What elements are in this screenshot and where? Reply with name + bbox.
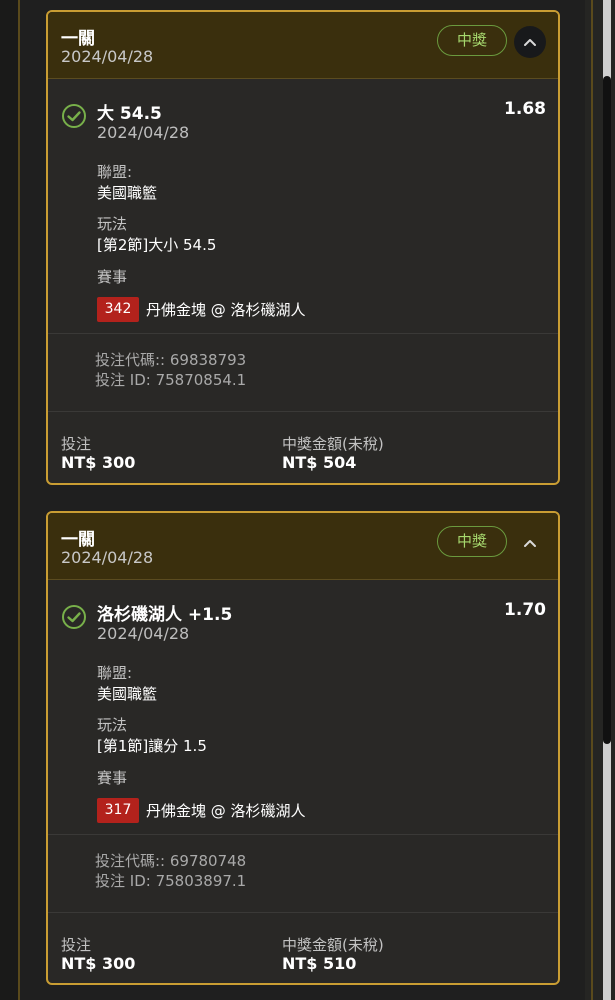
bet-id: 投注 ID: 75870854.1: [95, 371, 247, 389]
divider: [48, 912, 558, 913]
status-badge: 中獎: [437, 25, 507, 56]
market-label: 玩法: [97, 215, 128, 233]
chevron-up-icon: [524, 540, 536, 547]
market-value: [第2節]大小 54.5: [97, 236, 217, 254]
market-label: 玩法: [97, 716, 128, 734]
bet-card-body: 洛杉磯湖人 +1.5 1.70 2024/04/28 聯盟: 美國職籃 玩法 […: [48, 580, 558, 980]
bet-card-header[interactable]: 一關 2024/04/28 中獎: [48, 513, 558, 580]
selection-date: 2024/04/28: [97, 123, 190, 142]
stake-label: 投注: [61, 936, 92, 954]
payout-value: NT$ 510: [282, 954, 357, 973]
bet-date: 2024/04/28: [61, 47, 154, 66]
divider: [48, 834, 558, 835]
divider: [48, 333, 558, 334]
selection-odds: 1.68: [504, 99, 546, 119]
bet-date: 2024/04/28: [61, 548, 154, 567]
collapse-button[interactable]: [514, 26, 546, 58]
bet-card-body: 大 54.5 1.68 2024/04/28 聯盟: 美國職籃 玩法 [第2節]…: [48, 79, 558, 479]
league-value: 美國職籃: [97, 685, 158, 703]
bet-card: 一關 2024/04/28 中獎 大 54.5 1.68 2024/04/28 …: [46, 10, 560, 485]
chevron-up-icon: [524, 39, 536, 46]
bet-type: 一關: [61, 530, 95, 550]
selection-title: 洛杉磯湖人 +1.5: [97, 605, 233, 625]
stake-value: NT$ 300: [61, 954, 136, 973]
stake-label: 投注: [61, 435, 92, 453]
bet-card-header[interactable]: 一關 2024/04/28 中獎: [48, 12, 558, 79]
event-name: 丹佛金塊 @ 洛杉磯湖人: [146, 301, 306, 319]
status-badge: 中獎: [437, 526, 507, 557]
scrollbar-thumb[interactable]: [603, 76, 611, 744]
selection-title: 大 54.5: [97, 104, 162, 124]
event-line: 342 丹佛金塊 @ 洛杉磯湖人: [97, 297, 306, 322]
league-label: 聯盟:: [97, 163, 133, 181]
bet-type: 一關: [61, 29, 95, 49]
right-rail: [591, 0, 593, 1000]
page-left-edge: [0, 0, 20, 1000]
bet-code: 投注代碼:: 69838793: [95, 351, 247, 369]
divider: [48, 411, 558, 412]
event-id-badge: 342: [97, 297, 139, 322]
payout-value: NT$ 504: [282, 453, 357, 472]
check-circle-icon: [62, 104, 86, 128]
event-name: 丹佛金塊 @ 洛杉磯湖人: [146, 802, 306, 820]
selection-odds: 1.70: [504, 600, 546, 620]
payout-label: 中獎金額(未稅): [282, 936, 384, 954]
bet-code: 投注代碼:: 69780748: [95, 852, 247, 870]
check-circle-icon: [62, 605, 86, 629]
selection-date: 2024/04/28: [97, 624, 190, 643]
collapse-button[interactable]: [514, 527, 546, 559]
event-label: 賽事: [97, 769, 128, 787]
bet-id: 投注 ID: 75803897.1: [95, 872, 247, 890]
league-value: 美國職籃: [97, 184, 158, 202]
event-line: 317 丹佛金塊 @ 洛杉磯湖人: [97, 798, 306, 823]
event-label: 賽事: [97, 268, 128, 286]
event-id-badge: 317: [97, 798, 139, 823]
market-value: [第1節]讓分 1.5: [97, 737, 207, 755]
bet-card: 一關 2024/04/28 中獎 洛杉磯湖人 +1.5 1.70 2024/04…: [46, 511, 560, 985]
payout-label: 中獎金額(未稅): [282, 435, 384, 453]
stake-value: NT$ 300: [61, 453, 136, 472]
league-label: 聯盟:: [97, 664, 133, 682]
